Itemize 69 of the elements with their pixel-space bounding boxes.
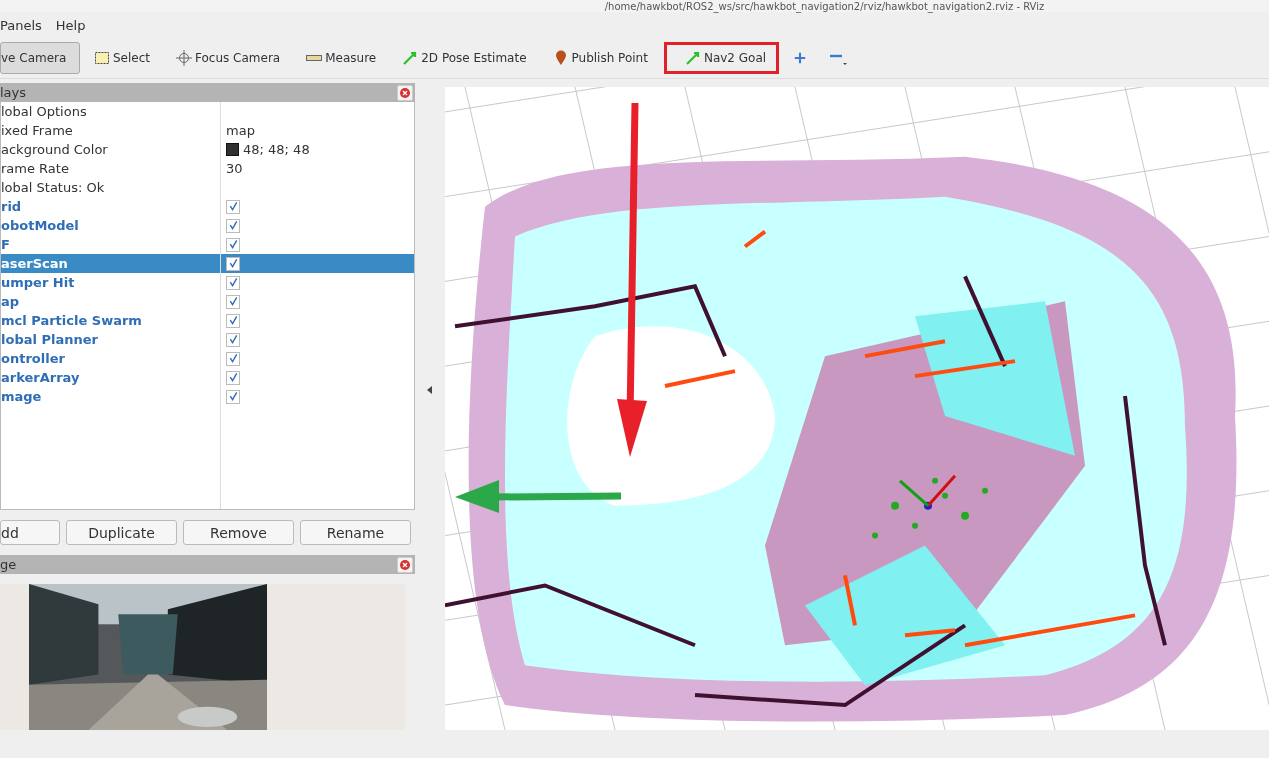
property-name: ixed Frame (1, 123, 73, 138)
tree-row[interactable]: lobal Planner (1, 330, 414, 349)
property-name: obotModel (1, 218, 79, 233)
property-name: lobal Status: Ok (1, 180, 105, 195)
tree-row[interactable]: umper Hit (1, 273, 414, 292)
panel-button[interactable]: dd (0, 520, 60, 545)
checkbox[interactable] (226, 332, 240, 347)
tree-row[interactable]: rid (1, 197, 414, 216)
collapse-icon[interactable] (427, 385, 433, 394)
property-name: umper Hit (1, 275, 75, 290)
tool-button[interactable]: ve Camera (0, 42, 80, 74)
window-title: /home/hawkbot/ROS2_ws/src/hawkbot_navigation2/rviz/hawkbot_navigation2.rviz - RViz (604, 1, 1045, 12)
property-name: lobal Planner (1, 332, 98, 347)
tree-row[interactable]: aserScan (1, 254, 414, 273)
tool-button[interactable]: Publish Point (542, 42, 660, 74)
property-value: 48; 48; 48 (243, 142, 310, 157)
menu-item[interactable]: Panels (0, 17, 42, 33)
panel-title: ge (0, 557, 17, 572)
panel-button[interactable]: Duplicate (66, 520, 177, 545)
tool-button[interactable]: Focus Camera (166, 42, 293, 74)
property-name: lobal Options (1, 104, 87, 119)
tree-row[interactable]: lobal Options (1, 102, 414, 121)
checkbox[interactable] (226, 256, 240, 271)
tool-button[interactable]: 2D Pose Estimate (392, 42, 539, 74)
property-name: mage (1, 389, 42, 404)
tree-row[interactable]: ap (1, 292, 414, 311)
checkbox[interactable] (226, 294, 240, 309)
panel-button[interactable]: Remove (183, 520, 294, 545)
checkbox[interactable] (226, 351, 240, 366)
property-name: F (1, 237, 10, 252)
tree-row[interactable]: obotModel (1, 216, 414, 235)
tree-row[interactable]: lobal Status: Ok (1, 178, 414, 197)
tool-button[interactable]: Select (84, 42, 163, 74)
panel-title: lays (0, 85, 27, 100)
property-name: ackground Color (1, 142, 108, 157)
property-name: arkerArray (1, 370, 80, 385)
close-button[interactable] (397, 556, 413, 573)
property-name: ontroller (1, 351, 65, 366)
property-name: mcl Particle Swarm (1, 313, 142, 328)
arrow-icon (684, 50, 701, 66)
tree-row[interactable]: arkerArray (1, 368, 414, 387)
tree-row[interactable]: rame Rate 30 (1, 159, 414, 178)
property-name: rid (1, 199, 22, 214)
arrow-icon (402, 50, 419, 66)
checkbox[interactable] (226, 237, 240, 252)
tool-button[interactable]: Measure (296, 42, 389, 74)
checkbox[interactable] (226, 370, 240, 385)
tree-row[interactable]: ackground Color 48; 48; 48 (1, 140, 414, 159)
checkbox[interactable] (226, 218, 240, 233)
checkbox[interactable] (226, 199, 240, 214)
checkbox[interactable] (226, 313, 240, 328)
tree-row[interactable]: mcl Particle Swarm (1, 311, 414, 330)
tree-row[interactable]: ixed Frame map (1, 121, 414, 140)
crosshair-icon (176, 50, 193, 66)
menu-item[interactable]: Help (55, 17, 86, 33)
property-name: ap (1, 294, 20, 309)
property-name: rame Rate (1, 161, 69, 176)
tool-button[interactable]: Nav2 Goal (663, 42, 780, 74)
close-button[interactable] (397, 84, 413, 101)
selection-icon (94, 50, 110, 66)
property-value: map (226, 123, 255, 138)
tree-row[interactable]: mage (1, 387, 414, 406)
checkbox[interactable] (226, 389, 240, 404)
checkbox[interactable] (226, 275, 240, 290)
property-value: 30 (226, 161, 243, 176)
property-name: aserScan (1, 256, 68, 271)
tree-row[interactable]: ontroller (1, 349, 414, 368)
panel-button[interactable]: Rename (300, 520, 411, 545)
plus-icon (793, 51, 808, 65)
